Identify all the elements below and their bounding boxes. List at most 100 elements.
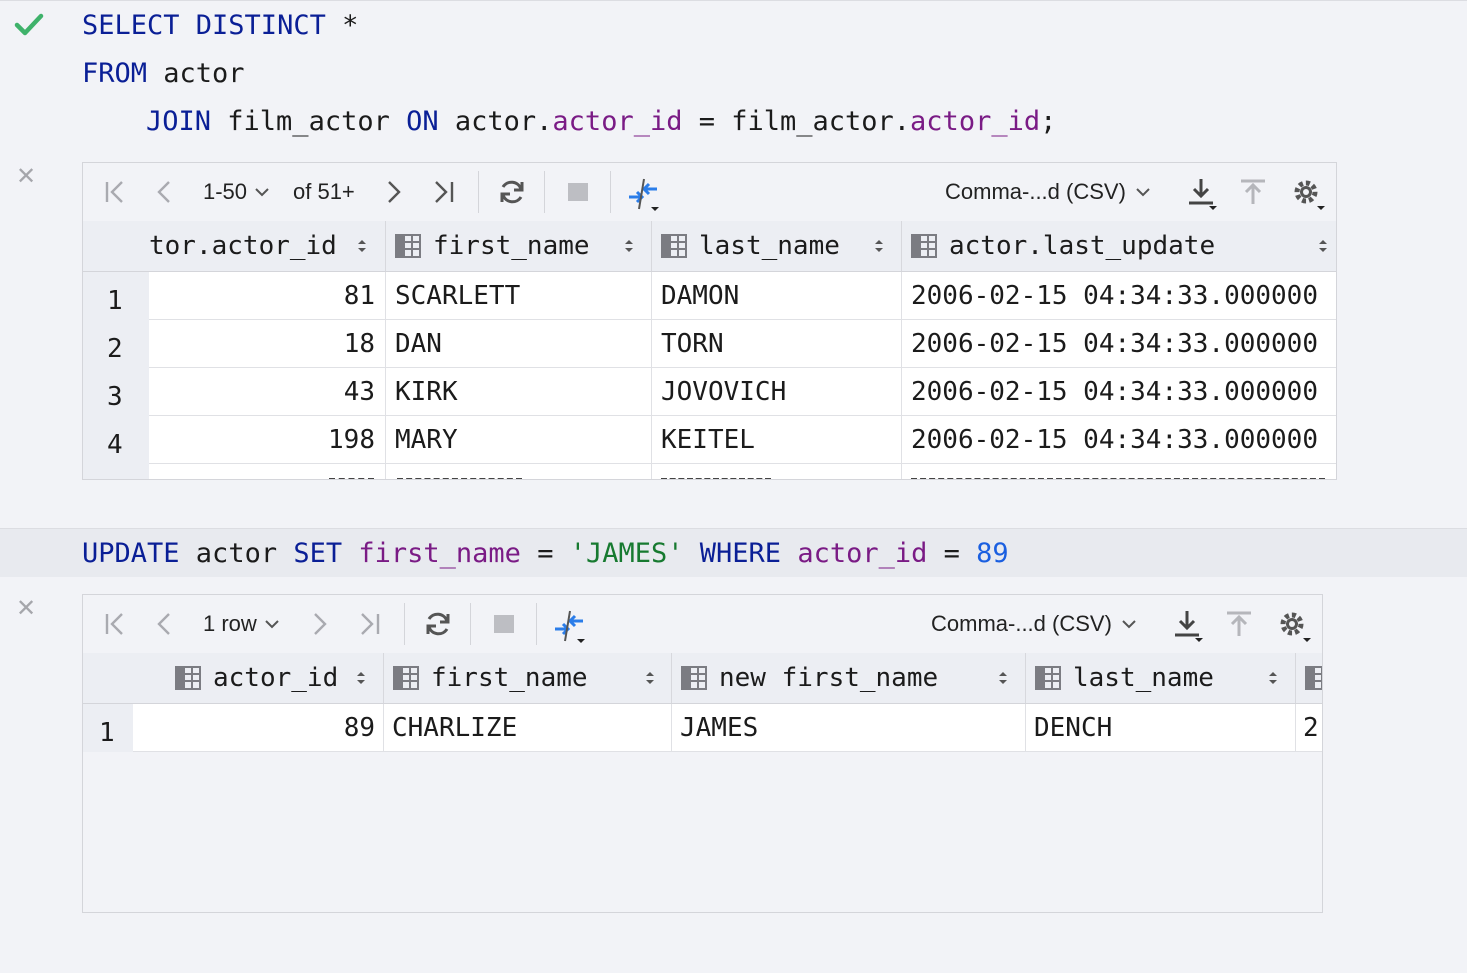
sort-icon[interactable] xyxy=(356,237,368,255)
table-row-partial xyxy=(149,464,1336,479)
row-number-label: 3 xyxy=(107,382,123,412)
query1-line1[interactable]: SELECT DISTINCT * xyxy=(82,2,358,50)
sort-icon[interactable] xyxy=(644,669,656,687)
query1-line2[interactable]: FROM actor xyxy=(82,50,245,98)
cell-first-name[interactable]: DAN xyxy=(395,320,645,367)
sql-keyword: SELECT DISTINCT xyxy=(82,10,326,41)
row-number[interactable]: 4 xyxy=(83,416,149,464)
stop-icon[interactable] xyxy=(492,609,516,639)
cell-truncated[interactable]: 2 xyxy=(1303,704,1322,751)
column-header-last-update[interactable]: actor.last_update xyxy=(911,221,1291,271)
row-number[interactable]: 1 xyxy=(83,704,133,752)
column-divider xyxy=(671,704,672,751)
sql-text: ; xyxy=(1040,106,1057,137)
sql-text: actor xyxy=(147,58,245,89)
cell-last-update[interactable]: 2006-02-15 04:34:33.000000 xyxy=(911,320,1331,367)
download-icon[interactable] xyxy=(1187,177,1219,211)
cell-actor-id[interactable]: 81 xyxy=(149,272,375,319)
column-divider xyxy=(385,272,386,479)
cell-actor-id[interactable]: 18 xyxy=(149,320,375,367)
prev-page-icon[interactable] xyxy=(155,177,175,207)
sort-icon[interactable] xyxy=(355,669,367,687)
pager-dropdown[interactable]: 1 row xyxy=(203,595,281,653)
cell-first-name[interactable]: SCARLETT xyxy=(395,272,645,319)
table-row[interactable]: 198 MARY KEITEL 2006-02-15 04:34:33.0000… xyxy=(149,416,1336,464)
cell-last-name[interactable]: KEITEL xyxy=(661,416,891,463)
table-row[interactable]: 43 KIRK JOVOVICH 2006-02-15 04:34:33.000… xyxy=(149,368,1336,416)
cell-last-update[interactable]: 2006-02-15 04:34:33.000000 xyxy=(911,416,1331,463)
compare-icon[interactable] xyxy=(627,177,663,213)
column-divider xyxy=(651,272,652,479)
cell-last-name[interactable]: DENCH xyxy=(1034,704,1284,751)
settings-icon[interactable] xyxy=(1291,177,1325,211)
next-page-icon[interactable] xyxy=(383,177,403,207)
table-row[interactable]: 18 DAN TORN 2006-02-15 04:34:33.000000 xyxy=(149,320,1336,368)
column-header-last-name[interactable]: last_name xyxy=(1035,653,1255,703)
cell-last-name[interactable]: JOVOVICH xyxy=(661,368,891,415)
query1-line3[interactable]: JOIN film_actor ON actor.actor_id = film… xyxy=(146,98,1056,146)
cell-first-name[interactable]: CHARLIZE xyxy=(392,704,662,751)
last-page-icon[interactable] xyxy=(357,609,383,639)
chevron-down-icon xyxy=(255,188,269,197)
column-header-label: first_name xyxy=(431,663,588,693)
close-result1-icon[interactable]: ✕ xyxy=(16,165,36,189)
export-format-dropdown[interactable]: Comma-...d (CSV) xyxy=(945,163,1152,221)
cell-last-update[interactable]: 2006-02-15 04:34:33.000000 xyxy=(911,272,1331,319)
sort-icon[interactable] xyxy=(623,237,635,255)
sort-icon[interactable] xyxy=(1317,237,1329,255)
table-row[interactable]: 81 SCARLETT DAMON 2006-02-15 04:34:33.00… xyxy=(149,272,1336,320)
last-page-icon[interactable] xyxy=(431,177,457,207)
first-page-icon[interactable] xyxy=(103,177,127,207)
reload-icon[interactable] xyxy=(497,177,527,207)
column-header-new-first-name[interactable]: new first_name xyxy=(681,653,981,703)
cell-actor-id[interactable]: 89 xyxy=(133,704,375,751)
row-number[interactable]: 3 xyxy=(83,368,149,416)
download-icon[interactable] xyxy=(1173,609,1205,643)
cell-first-name[interactable]: KIRK xyxy=(395,368,645,415)
cell-first-name[interactable]: MARY xyxy=(395,416,645,463)
table-column-icon xyxy=(393,666,419,690)
close-result2-icon[interactable]: ✕ xyxy=(16,597,36,621)
compare-icon[interactable] xyxy=(553,609,589,645)
sort-icon[interactable] xyxy=(873,237,885,255)
stop-icon[interactable] xyxy=(566,177,590,207)
column-divider xyxy=(383,653,384,703)
column-header-actor-id[interactable]: tor.actor_id xyxy=(149,221,379,271)
export-format-label: Comma-...d (CSV) xyxy=(931,611,1112,636)
sql-field: actor_id xyxy=(781,538,928,569)
sql-keyword: ON xyxy=(406,106,439,137)
cell-last-update[interactable]: 2006-02-15 04:34:33.000000 xyxy=(911,368,1331,415)
sql-text: actor xyxy=(179,538,294,569)
column-header-cut[interactable] xyxy=(1305,653,1322,703)
table-row[interactable]: 89 CHARLIZE JAMES DENCH 2 xyxy=(133,704,1322,752)
chevron-down-icon xyxy=(1122,620,1136,629)
settings-icon[interactable] xyxy=(1277,609,1311,643)
cell-actor-id[interactable]: 43 xyxy=(149,368,375,415)
sort-icon[interactable] xyxy=(1267,669,1279,687)
prev-page-icon[interactable] xyxy=(155,609,175,639)
cell-last-name[interactable]: DAMON xyxy=(661,272,891,319)
sql-text: = xyxy=(927,538,977,569)
column-header-first-name[interactable]: first_name xyxy=(395,221,625,271)
column-header-first-name[interactable]: first_name xyxy=(393,653,643,703)
upload-icon[interactable] xyxy=(1225,609,1253,639)
export-format-dropdown[interactable]: Comma-...d (CSV) xyxy=(931,595,1138,653)
reload-icon[interactable] xyxy=(423,609,453,639)
query2-line[interactable]: UPDATE actor SET first_name = 'JAMES' WH… xyxy=(82,530,1009,578)
cell-new-first-name[interactable]: JAMES xyxy=(680,704,1020,751)
sort-icon[interactable] xyxy=(997,669,1009,687)
pager-dropdown[interactable]: 1-50 xyxy=(203,163,271,221)
row-number[interactable]: 2 xyxy=(83,320,149,368)
upload-icon[interactable] xyxy=(1239,177,1267,207)
column-header-last-name[interactable]: last_name xyxy=(661,221,871,271)
next-page-icon[interactable] xyxy=(309,609,329,639)
row-number[interactable]: 1 xyxy=(83,272,149,320)
first-page-icon[interactable] xyxy=(103,609,127,639)
column-header-actor-id[interactable]: actor_id xyxy=(175,653,375,703)
toolbar-separator xyxy=(404,603,405,645)
sql-string: 'JAMES' xyxy=(569,538,684,569)
cell-actor-id[interactable]: 198 xyxy=(149,416,375,463)
result2-toolbar: 1 row Comma-...d (CSV) xyxy=(83,595,1322,654)
table-column-icon xyxy=(395,234,421,258)
cell-last-name[interactable]: TORN xyxy=(661,320,891,367)
